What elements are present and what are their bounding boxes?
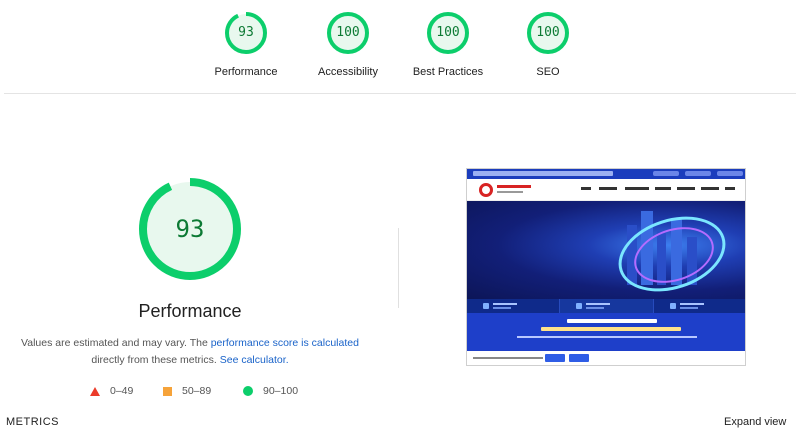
legend-range: 50–89 xyxy=(182,385,212,397)
thumb-menu-item xyxy=(599,187,617,190)
header-divider xyxy=(4,93,796,94)
score-value: 100 xyxy=(536,25,560,40)
thumb-topbar-text xyxy=(473,171,613,176)
legend-range: 90–100 xyxy=(263,385,299,397)
thumb-topbar xyxy=(467,169,745,179)
thumb-tiles xyxy=(467,299,745,313)
thumb-heading-band xyxy=(467,313,745,351)
legend-range: 0–49 xyxy=(110,385,134,397)
pass-circle-icon xyxy=(243,386,253,396)
thumb-logo-icon xyxy=(479,183,493,197)
score-ring: 100 xyxy=(527,12,569,54)
thumb-pill xyxy=(653,171,679,176)
legend-fail: 0–49 xyxy=(90,383,133,399)
average-square-icon xyxy=(163,386,172,396)
see-calculator-link[interactable]: See calculator. xyxy=(220,354,289,366)
score-description: Values are estimated and may vary. The p… xyxy=(20,335,360,369)
expand-view-button[interactable]: Expand view xyxy=(724,416,786,428)
gauge-seo[interactable]: 100 SEO xyxy=(498,12,598,78)
desc-text: directly from these metrics. xyxy=(91,354,220,366)
gauge-performance[interactable]: 93 Performance xyxy=(196,12,296,78)
legend-average: 50–89 xyxy=(163,383,211,399)
thumb-menu-item xyxy=(701,187,719,190)
thumb-menu-item xyxy=(677,187,695,190)
score-ring: 100 xyxy=(327,12,369,54)
gauge-accessibility[interactable]: 100 Accessibility xyxy=(298,12,398,78)
category-label: Accessibility xyxy=(318,66,378,78)
thumb-menu-item xyxy=(725,187,735,190)
thumb-tile xyxy=(560,299,654,313)
thumb-tile xyxy=(467,299,561,313)
thumb-logo-text xyxy=(497,185,531,188)
category-label: SEO xyxy=(536,66,560,78)
performance-title: Performance xyxy=(138,301,242,321)
thumb-heading-line xyxy=(541,327,681,331)
thumb-cookie-text xyxy=(473,357,543,359)
score-ring: 93 xyxy=(225,12,267,54)
category-label: Performance xyxy=(214,66,278,78)
score-value: 93 xyxy=(238,25,254,40)
final-screenshot-thumbnail[interactable] xyxy=(466,168,746,366)
thumb-hero xyxy=(467,201,745,305)
metrics-heading: METRICS xyxy=(6,416,59,428)
score-value: 100 xyxy=(436,25,460,40)
thumb-heading-line xyxy=(517,336,697,338)
thumb-cookie-button xyxy=(545,354,565,362)
thumb-tile xyxy=(654,299,745,313)
vertical-divider xyxy=(398,228,399,308)
desc-text: Values are estimated and may vary. The xyxy=(21,337,211,349)
thumb-logo-subtext xyxy=(497,191,523,193)
thumb-menu-item xyxy=(655,187,671,190)
legend-pass: 90–100 xyxy=(243,383,298,399)
thumb-menu-item xyxy=(625,187,649,190)
category-label: Best Practices xyxy=(412,66,484,78)
performance-score-link[interactable]: performance score is calculated xyxy=(211,337,359,349)
thumb-pill xyxy=(717,171,743,176)
thumb-cookie-button xyxy=(569,354,589,362)
performance-score: 93 xyxy=(175,215,205,243)
thumb-menu-item xyxy=(581,187,591,190)
gauge-best-practices[interactable]: 100 Best Practices xyxy=(398,12,498,78)
score-value: 100 xyxy=(336,25,360,40)
thumb-heading-line xyxy=(567,319,657,323)
thumb-pill xyxy=(685,171,711,176)
thumb-cookie-bar xyxy=(467,351,745,365)
fail-triangle-icon xyxy=(90,386,100,396)
thumb-nav xyxy=(467,179,745,201)
performance-gauge: 93 xyxy=(139,178,241,280)
category-gauges: 93 Performance 100 Accessibility 100 Bes… xyxy=(0,0,800,92)
score-ring: 100 xyxy=(427,12,469,54)
